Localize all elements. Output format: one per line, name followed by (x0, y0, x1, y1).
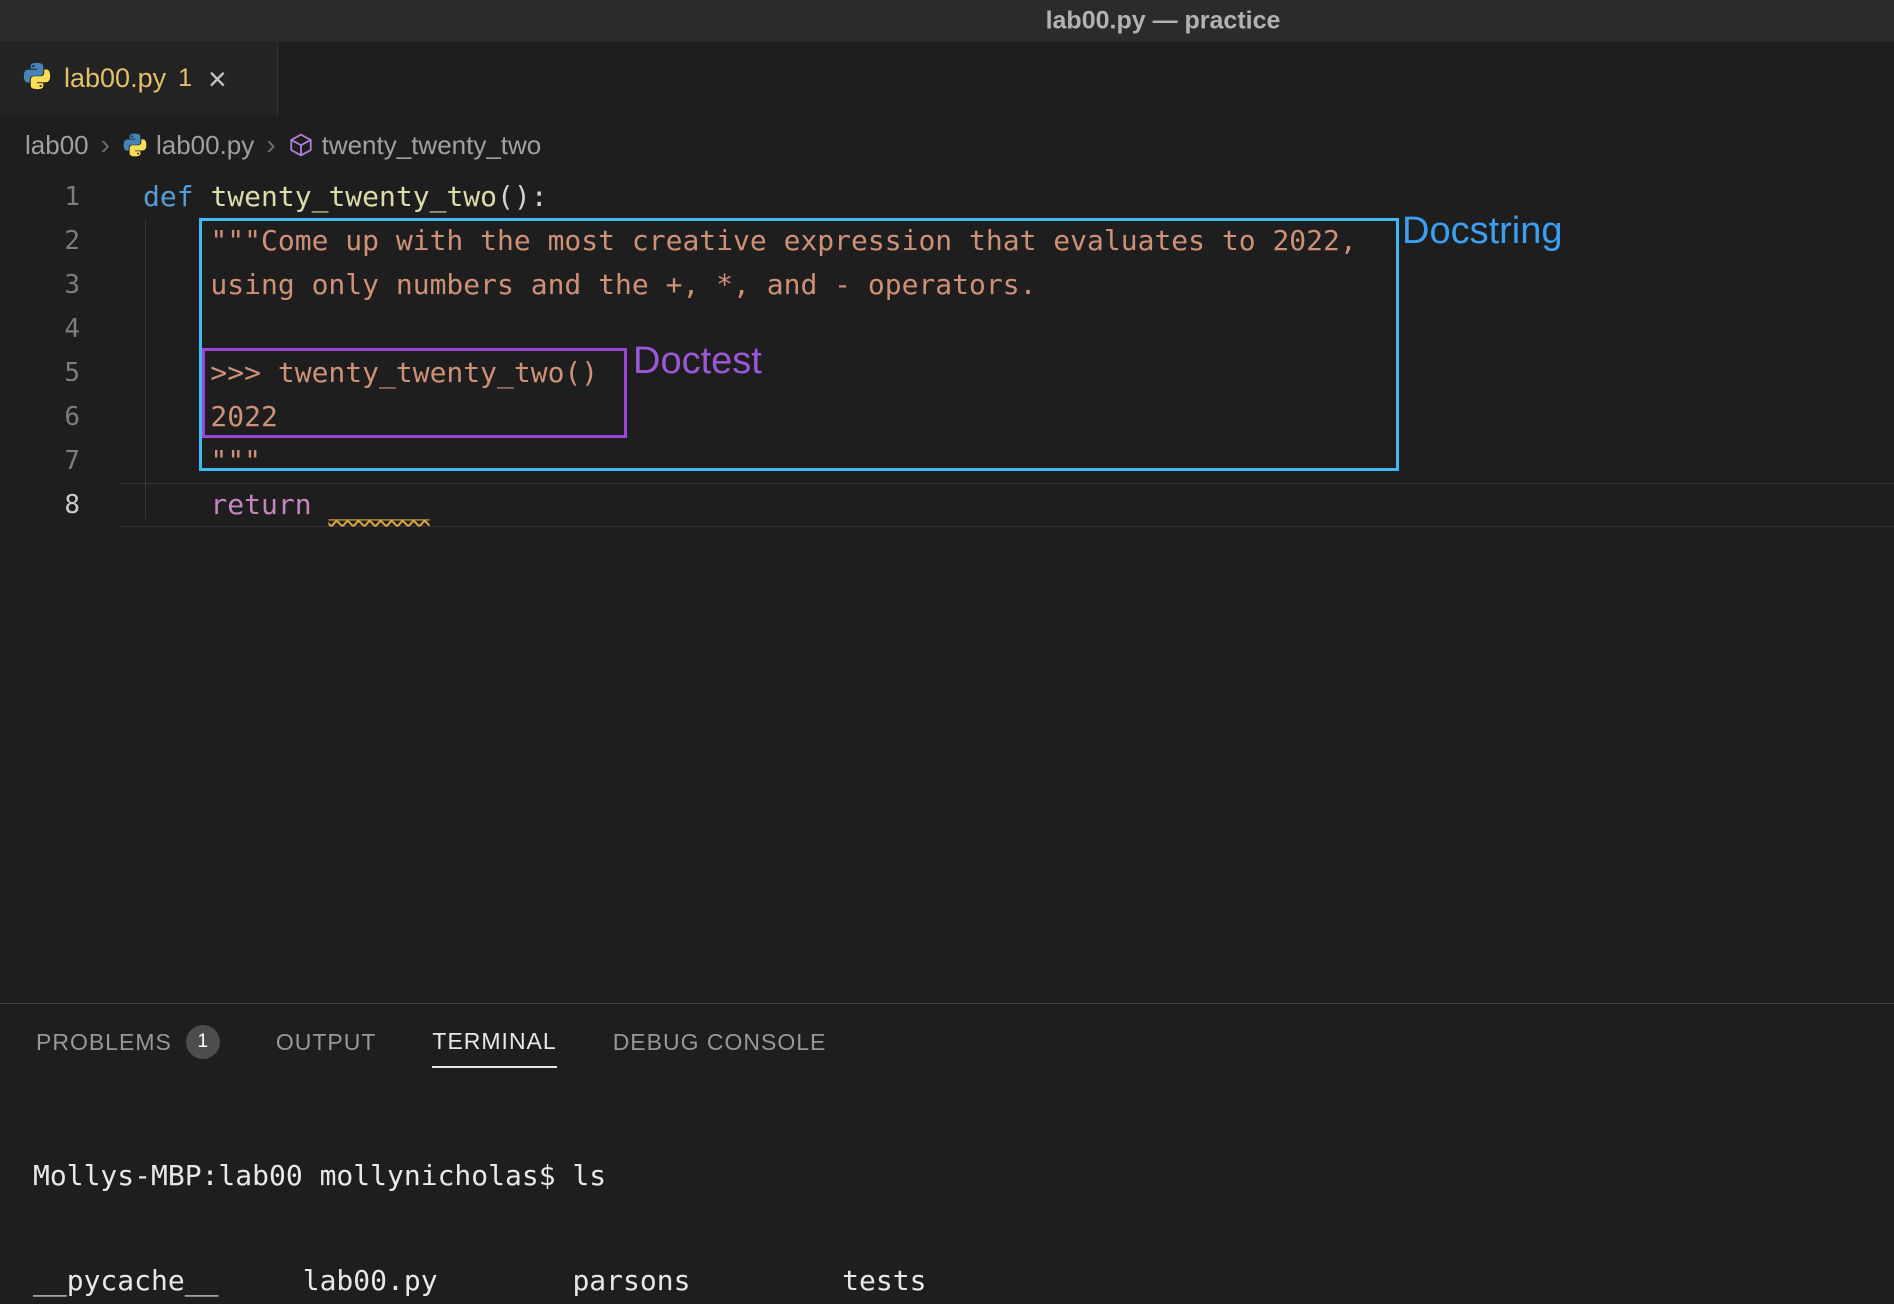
editor-tab-bar: lab00.py 1 × (0, 42, 1894, 115)
code-line-2: 2 """Come up with the most creative expr… (0, 219, 1894, 263)
code-editor[interactable]: 1 def twenty_twenty_two(): 2 """Come up … (0, 175, 1894, 527)
docstring-close-quotes: """ (143, 444, 261, 477)
code-line-4: 4 (0, 307, 1894, 351)
code-text[interactable]: def twenty_twenty_two(): (143, 175, 1894, 219)
breadcrumb-symbol[interactable]: twenty_twenty_two (288, 130, 542, 161)
code-line-8-current: 8 return ______ (0, 483, 1894, 527)
doctest-prompt-line: >>> twenty_twenty_two() (143, 356, 598, 389)
tab-problems-label: PROBLEMS (36, 1029, 172, 1056)
code-text[interactable] (143, 307, 1894, 351)
breadcrumb-symbol-label: twenty_twenty_two (322, 130, 542, 161)
code-line-6: 6 2022 (0, 395, 1894, 439)
problems-count-badge: 1 (186, 1025, 220, 1059)
breadcrumb-separator: › (101, 129, 110, 161)
title-bar: lab00.py — practice (0, 0, 1894, 42)
tab-debug-console-label: DEBUG CONSOLE (613, 1029, 827, 1056)
panel-divider (0, 1003, 1894, 1004)
tab-lab00-py[interactable]: lab00.py 1 × (0, 42, 278, 115)
line-number[interactable]: 3 (0, 263, 80, 307)
breadcrumb-folder-label: lab00 (25, 130, 89, 161)
tab-dirty-count: 1 (178, 64, 192, 93)
terminal-line: Mollys-MBP:lab00 mollynicholas$ ls (33, 1158, 1894, 1193)
keyword-return: return (143, 488, 328, 521)
keyword-def: def (143, 180, 210, 213)
line-number[interactable]: 6 (0, 395, 80, 439)
code-line-5: 5 >>> twenty_twenty_two() (0, 351, 1894, 395)
code-text[interactable]: """Come up with the most creative expres… (143, 219, 1894, 263)
symbol-cube-icon (288, 132, 314, 158)
line-number[interactable]: 2 (0, 219, 80, 263)
code-text[interactable]: return ______ (143, 483, 1894, 527)
function-name: twenty_twenty_two (210, 180, 497, 213)
code-line-7: 7 """ (0, 439, 1894, 483)
tab-output-label: OUTPUT (276, 1029, 377, 1056)
vscode-window: lab00.py — practice lab00.py 1 × lab00 › (0, 0, 1894, 1304)
tab-filename: lab00.py (64, 63, 166, 94)
terminal[interactable]: Mollys-MBP:lab00 mollynicholas$ ls __pyc… (33, 1088, 1894, 1304)
punctuation: (): (497, 180, 548, 213)
tab-terminal-label: TERMINAL (432, 1028, 556, 1055)
code-text[interactable]: """ (143, 439, 1894, 483)
python-file-icon (22, 61, 52, 96)
python-file-icon (122, 132, 148, 158)
breadcrumb-file[interactable]: lab00.py (122, 130, 254, 161)
code-text[interactable]: 2022 (143, 395, 1894, 439)
doctest-annotation-label: Doctest (633, 340, 762, 383)
code-line-1: 1 def twenty_twenty_two(): (0, 175, 1894, 219)
tab-debug-console[interactable]: DEBUG CONSOLE (613, 1016, 827, 1068)
line-number[interactable]: 5 (0, 351, 80, 395)
breadcrumb-file-label: lab00.py (156, 130, 254, 161)
docstring-text: """Come up with the most creative expres… (143, 224, 1357, 257)
docstring-text: using only numbers and the +, *, and - o… (143, 268, 1036, 301)
line-number[interactable]: 7 (0, 439, 80, 483)
tab-output[interactable]: OUTPUT (276, 1016, 377, 1068)
breadcrumb-separator: › (266, 129, 275, 161)
line-number[interactable]: 8 (0, 483, 80, 527)
tab-problems[interactable]: PROBLEMS 1 (36, 1016, 220, 1068)
code-line-3: 3 using only numbers and the +, *, and -… (0, 263, 1894, 307)
breadcrumb-folder[interactable]: lab00 (25, 130, 89, 161)
terminal-line: __pycache__ lab00.py parsons tests (33, 1263, 1894, 1298)
tab-close-icon[interactable]: × (208, 63, 227, 95)
line-number[interactable]: 4 (0, 307, 80, 351)
indent-guide (145, 219, 146, 519)
panel-tab-bar: PROBLEMS 1 OUTPUT TERMINAL DEBUG CONSOLE (36, 1016, 826, 1068)
code-text[interactable]: using only numbers and the +, *, and - o… (143, 263, 1894, 307)
window-title: lab00.py — practice (1046, 6, 1281, 35)
code-text[interactable]: >>> twenty_twenty_two() (143, 351, 1894, 395)
docstring-annotation-label: Docstring (1402, 210, 1563, 253)
line-number[interactable]: 1 (0, 175, 80, 219)
tab-terminal[interactable]: TERMINAL (432, 1016, 556, 1068)
doctest-expected-output: 2022 (143, 400, 278, 433)
blank-placeholder-warning: ______ (328, 488, 429, 521)
breadcrumb: lab00 › lab00.py › twenty_twenty_two (0, 115, 1894, 175)
